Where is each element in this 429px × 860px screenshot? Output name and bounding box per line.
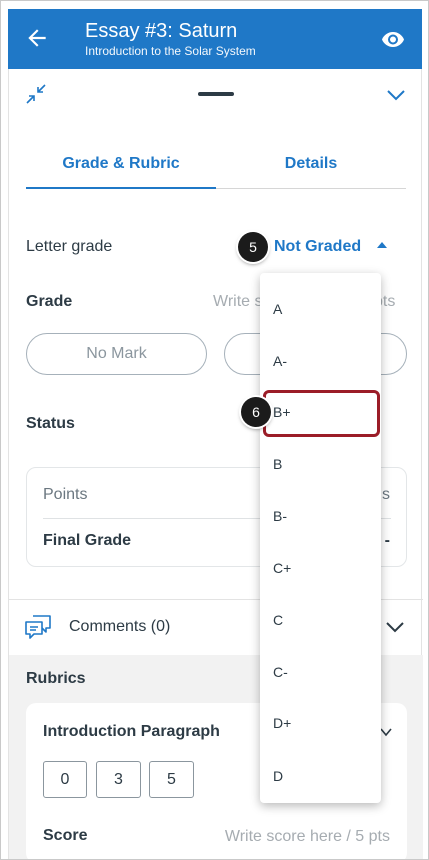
tab-details[interactable]: Details <box>216 149 406 189</box>
page-title: Essay #3: Saturn <box>85 20 238 42</box>
score-label: Score <box>43 827 88 844</box>
score-input[interactable]: Write score here / 5 pts <box>225 828 390 846</box>
points-label: Points <box>43 486 88 503</box>
no-mark-button[interactable]: No Mark <box>26 333 207 375</box>
letter-grade-dropdown: A A- B+ B B- C+ C C- D+ D <box>260 273 381 803</box>
criterion-name: Introduction Paragraph <box>43 723 220 740</box>
drag-handle[interactable] <box>198 92 234 96</box>
grade-input[interactable]: Write s <box>213 293 262 311</box>
rubrics-title: Rubrics <box>26 670 86 687</box>
letter-grade-label: Letter grade <box>26 238 113 255</box>
callout-badge-6: 6 <box>241 397 271 427</box>
final-grade-value: - <box>384 532 390 549</box>
chevron-down-icon[interactable] <box>385 85 407 105</box>
dropdown-option[interactable]: A <box>260 283 381 335</box>
rating-button[interactable]: 0 <box>43 761 87 798</box>
dropdown-option[interactable]: B <box>260 438 381 490</box>
app-header: Essay #3: Saturn Introduction to the Sol… <box>8 9 422 69</box>
caret-up-icon[interactable] <box>377 241 387 249</box>
dropdown-option[interactable]: C <box>260 594 381 646</box>
letter-grade-select[interactable]: Not Graded <box>274 238 361 256</box>
dropdown-option[interactable]: D+ <box>260 697 381 749</box>
comments-toggle[interactable]: Comments (0) <box>69 618 170 636</box>
tab-grade-rubric[interactable]: Grade & Rubric <box>26 149 216 189</box>
rating-button[interactable]: 3 <box>96 761 141 798</box>
final-grade-label: Final Grade <box>43 532 132 549</box>
highlight-outline <box>263 390 380 437</box>
rating-button[interactable]: 5 <box>149 761 194 798</box>
comments-icon <box>25 615 51 639</box>
points-value: s <box>382 486 390 503</box>
chevron-down-icon[interactable] <box>384 617 406 637</box>
dropdown-option[interactable]: B- <box>260 490 381 542</box>
chevron-down-icon[interactable] <box>379 727 393 737</box>
dropdown-option[interactable]: C+ <box>260 542 381 594</box>
dropdown-option[interactable]: C- <box>260 646 381 698</box>
dropdown-option[interactable]: D <box>260 750 381 802</box>
eye-icon[interactable] <box>380 27 406 51</box>
grade-label: Grade <box>26 293 73 310</box>
tab-bar: Grade & Rubric Details <box>26 149 406 189</box>
app-frame: Essay #3: Saturn Introduction to the Sol… <box>0 0 429 860</box>
page-subtitle: Introduction to the Solar System <box>85 44 256 58</box>
dropdown-option[interactable]: A- <box>260 335 381 387</box>
arrow-left-icon[interactable] <box>24 25 50 51</box>
active-tab-indicator <box>26 187 216 189</box>
callout-badge-5: 5 <box>238 232 268 262</box>
collapse-icon[interactable] <box>25 83 47 105</box>
status-label: Status <box>26 415 75 432</box>
